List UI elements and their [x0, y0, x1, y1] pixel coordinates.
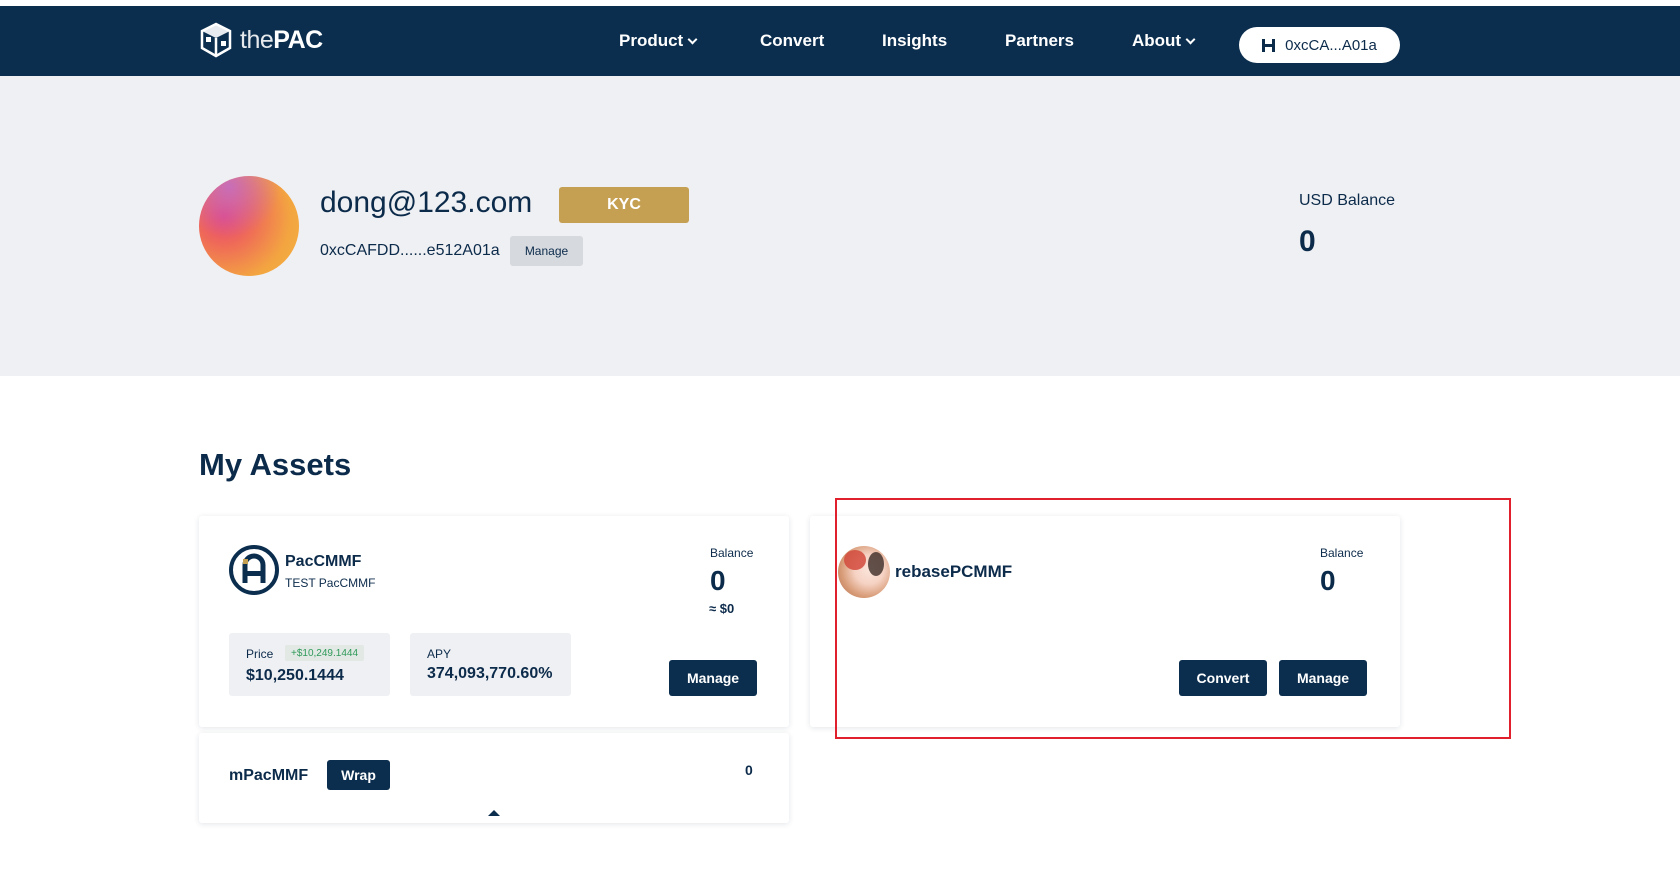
nav-item-partners[interactable]: Partners [1005, 31, 1074, 51]
logo-text: thePAC [240, 26, 323, 55]
asset-subtitle: TEST PacCMMF [285, 576, 376, 590]
balance-label: Balance [710, 546, 754, 560]
wrap-button[interactable]: Wrap [327, 760, 390, 790]
wallet-button[interactable]: 0xcCA...A01a [1239, 27, 1400, 63]
nav-item-label: Convert [760, 31, 825, 50]
paccmmf-coin-icon [229, 545, 279, 595]
nav-item-about[interactable]: About [1132, 31, 1196, 51]
nav-item-label: Product [619, 31, 684, 50]
nav-item-product[interactable]: Product [619, 31, 698, 51]
nav-item-label: About [1132, 31, 1182, 50]
wallet-h-icon [1262, 38, 1276, 52]
logo[interactable]: thePAC [198, 22, 323, 58]
section-title-my-assets: My Assets [199, 447, 352, 482]
nav-item-label: Partners [1005, 31, 1074, 50]
apy-box: APY 374,093,770.60% [410, 633, 571, 696]
nav-item-convert[interactable]: Convert [760, 31, 824, 51]
wrapped-asset-name: mPacMMF [229, 767, 309, 784]
chevron-down-icon [687, 34, 698, 44]
price-change-badge: +$10,249.1444 [285, 645, 365, 661]
price-label: Price [246, 647, 274, 661]
price-box: Price +$10,249.1444 $10,250.1444 [229, 633, 390, 696]
kyc-button[interactable]: KYC [559, 187, 689, 223]
caret-up-icon[interactable] [488, 810, 500, 816]
usd-balance-label: USD Balance [1299, 192, 1396, 209]
chevron-down-icon [1185, 34, 1196, 44]
manage-button[interactable]: Manage [669, 660, 757, 696]
manage-wallet-button[interactable]: Manage [510, 236, 583, 266]
wrapped-asset-value: 0 [745, 762, 753, 778]
thepac-cube-logo-icon [200, 22, 232, 58]
wallet-address-label: 0xcCA...A01a [1285, 36, 1377, 54]
nav-item-insights[interactable]: Insights [882, 31, 947, 51]
balance-value: 0 [710, 565, 726, 596]
asset-name: PacCMMF [285, 553, 362, 570]
apy-value: 374,093,770.60% [427, 665, 553, 682]
user-email: dong@123.com [320, 186, 533, 219]
top-navbar: thePAC Product Convert Insights Partners… [0, 6, 1680, 76]
usd-balance-value: 0 [1299, 225, 1316, 258]
balance-usd: ≈ $0 [709, 601, 735, 616]
avatar [199, 176, 299, 276]
logo-prefix: the [240, 25, 274, 54]
apy-label: APY [427, 647, 452, 661]
highlight-box [835, 498, 1511, 739]
nav-item-label: Insights [882, 31, 948, 50]
price-value: $10,250.1444 [246, 667, 344, 684]
wallet-address: 0xcCAFDD......e512A01a [320, 242, 500, 259]
logo-brand: PAC [273, 25, 323, 54]
